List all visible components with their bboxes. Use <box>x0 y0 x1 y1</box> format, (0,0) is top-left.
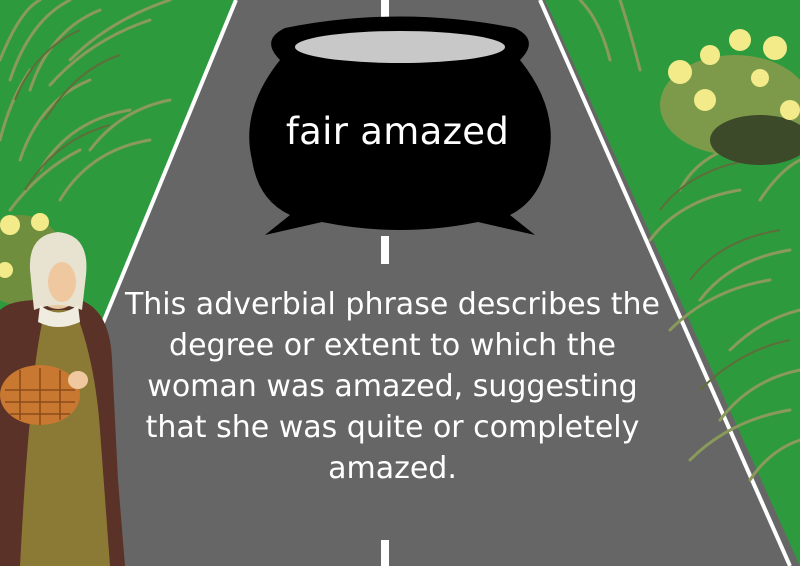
phrase-explanation: This adverbial phrase describes the degr… <box>124 287 661 486</box>
phrase-title: fair amazed <box>285 110 510 153</box>
